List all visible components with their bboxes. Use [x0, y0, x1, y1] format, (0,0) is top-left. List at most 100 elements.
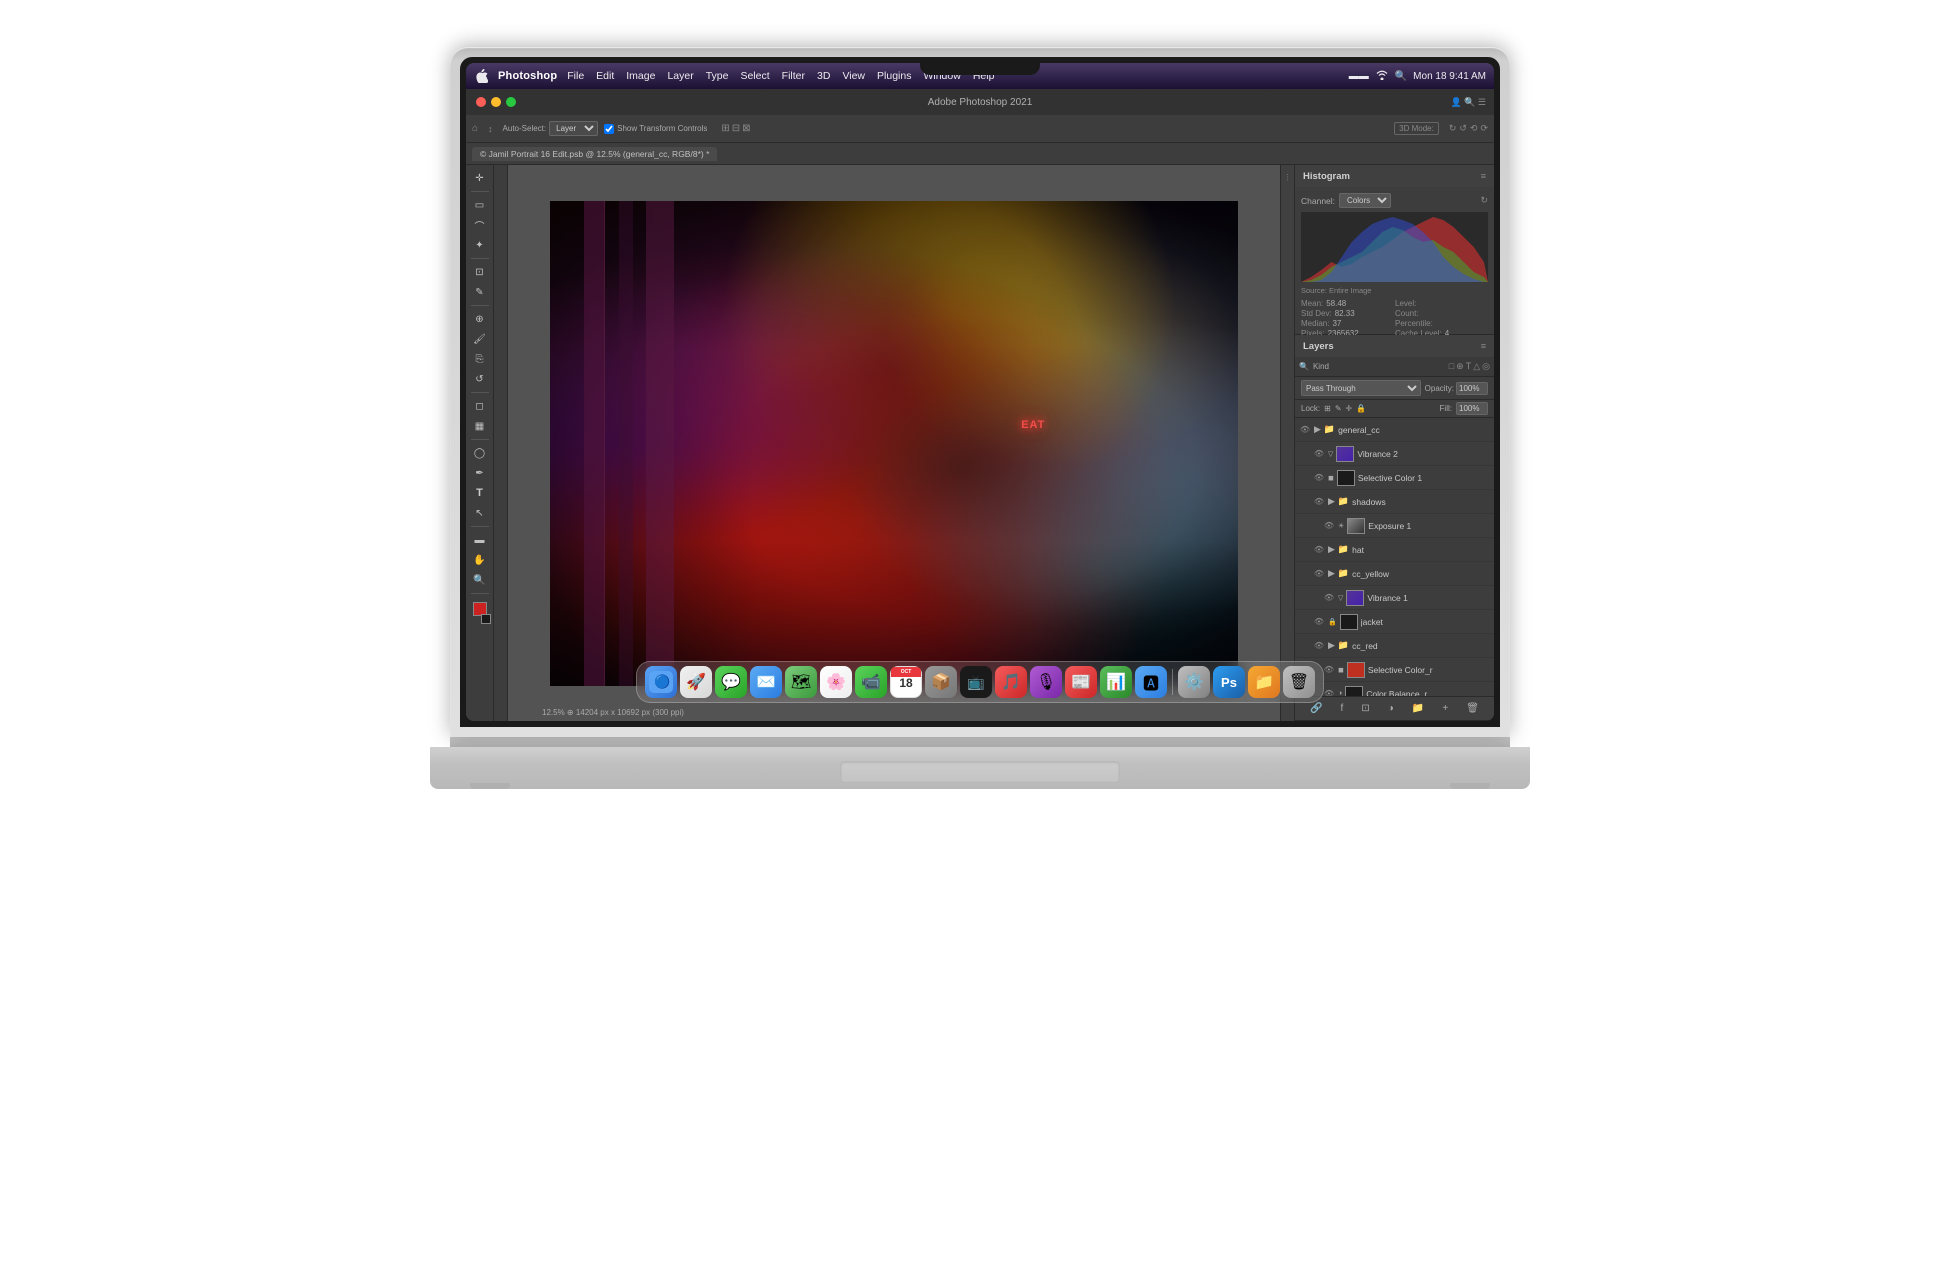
layers-smartobj-filter[interactable]: ◎: [1482, 361, 1490, 372]
menu-select[interactable]: Select: [740, 70, 769, 82]
menu-image[interactable]: Image: [626, 70, 655, 82]
layer-selcolor1[interactable]: 👁 ◼ Selective Color 1: [1295, 466, 1494, 490]
ps-3d-mode[interactable]: 3D Mode:: [1394, 122, 1439, 135]
dock-folder[interactable]: 📁: [1248, 666, 1280, 698]
hand-tool[interactable]: ✋: [470, 551, 490, 569]
fg-bg-colors[interactable]: [469, 602, 491, 624]
dodge-tool[interactable]: ◯: [470, 444, 490, 462]
lock-image-icon[interactable]: ✎: [1335, 404, 1342, 413]
magic-wand-tool[interactable]: ✦: [470, 236, 490, 254]
zoom-tool[interactable]: 🔍: [470, 571, 490, 589]
folder-arrow-ccyellow[interactable]: ▶: [1328, 568, 1335, 579]
ps-layer-select[interactable]: Layer Group: [549, 121, 598, 136]
align-right-icon[interactable]: ⊠: [742, 123, 750, 134]
layer-eye-hat[interactable]: 👁: [1313, 544, 1325, 556]
layer-vibrance2[interactable]: 👁 ▽ Vibrance 2: [1295, 442, 1494, 466]
folder-arrow-shadows[interactable]: ▶: [1328, 496, 1335, 507]
histogram-expand-icon[interactable]: ≡: [1481, 171, 1486, 181]
layer-eye-colorbalancer[interactable]: 👁: [1323, 688, 1335, 697]
ps-document-tab[interactable]: © Jamil Portrait 16 Edit.psb @ 12.5% (ge…: [472, 147, 717, 161]
layer-colorbalancer[interactable]: 👁 ◑ Color Balance_r: [1295, 682, 1494, 696]
layers-panel-header[interactable]: Layers ≡: [1295, 335, 1494, 357]
gradient-tool[interactable]: ▦: [470, 417, 490, 435]
dock-music[interactable]: 🎵: [995, 666, 1027, 698]
menu-layer[interactable]: Layer: [667, 70, 693, 82]
show-transform-input[interactable]: [604, 124, 614, 134]
dock-podcasts[interactable]: 🎙: [1030, 666, 1062, 698]
layers-group-btn[interactable]: 📁: [1412, 703, 1424, 714]
menu-edit[interactable]: Edit: [596, 70, 614, 82]
layer-eye-vibrance2[interactable]: 👁: [1313, 448, 1325, 460]
menu-filter[interactable]: Filter: [782, 70, 805, 82]
pen-tool[interactable]: ✒: [470, 464, 490, 482]
dock-calendar[interactable]: OCT 18: [890, 666, 922, 698]
layer-eye-selcolor1[interactable]: 👁: [1313, 472, 1325, 484]
layer-eye-selcolorr[interactable]: 👁: [1323, 664, 1335, 676]
clone-stamp-tool[interactable]: ⎘: [470, 350, 490, 368]
layer-eye-ccred[interactable]: 👁: [1313, 640, 1325, 652]
dock-photoshop[interactable]: Ps: [1213, 666, 1245, 698]
menu-file[interactable]: File: [567, 70, 584, 82]
fill-input[interactable]: [1456, 402, 1488, 415]
ps-toolbar-arrow[interactable]: ↕: [488, 124, 493, 134]
brush-tool[interactable]: 🖌: [470, 330, 490, 348]
ps-canvas[interactable]: EAT 12.5% ⊕ 14204 px x 10692 px (300 ppi…: [508, 165, 1280, 721]
layer-eye-exposure1[interactable]: 👁: [1323, 520, 1335, 532]
histogram-channel-select[interactable]: Colors RGB Red Green Blue: [1339, 193, 1391, 208]
align-left-icon[interactable]: ⊞: [721, 123, 729, 134]
layer-eye-shadows[interactable]: 👁: [1313, 496, 1325, 508]
apple-logo-icon[interactable]: [474, 69, 488, 83]
folder-arrow-hat[interactable]: ▶: [1328, 544, 1335, 555]
layer-ccred[interactable]: 👁 ▶ 📁 cc_red: [1295, 634, 1494, 658]
eraser-tool[interactable]: ◻: [470, 397, 490, 415]
minimize-button[interactable]: [491, 97, 501, 107]
layer-selcolorr[interactable]: 👁 ◼ Selective Color_r: [1295, 658, 1494, 682]
menu-view[interactable]: View: [842, 70, 865, 82]
layer-general-cc[interactable]: 👁 ▶ 📁 general_cc: [1295, 418, 1494, 442]
layers-adjust-filter[interactable]: ⊕: [1456, 361, 1464, 372]
layers-type-filter[interactable]: T: [1466, 361, 1472, 372]
layers-blend-select[interactable]: Pass Through Normal Multiply Screen Over…: [1301, 380, 1421, 396]
layers-new-btn[interactable]: +: [1442, 703, 1448, 714]
layer-eye-vibrance1[interactable]: 👁: [1323, 592, 1335, 604]
layers-expand-icon[interactable]: ≡: [1481, 341, 1486, 351]
layer-eye-jacket[interactable]: 👁: [1313, 616, 1325, 628]
layer-exposure1[interactable]: 👁 ☀ Exposure 1: [1295, 514, 1494, 538]
dock-appstore[interactable]: 🅰: [1135, 666, 1167, 698]
menu-3d[interactable]: 3D: [817, 70, 830, 82]
dock-messages[interactable]: 💬: [715, 666, 747, 698]
menu-plugins[interactable]: Plugins: [877, 70, 911, 82]
ps-home-icon[interactable]: ⌂: [472, 123, 478, 134]
dock-appletv[interactable]: 📺: [960, 666, 992, 698]
layers-style-btn[interactable]: f: [1341, 703, 1344, 714]
dock-launchpad[interactable]: 🚀: [680, 666, 712, 698]
layer-shadows[interactable]: 👁 ▶ 📁 shadows: [1295, 490, 1494, 514]
eyedropper-tool[interactable]: ✎: [470, 283, 490, 301]
wifi-icon[interactable]: [1375, 69, 1389, 83]
layer-eye-general-cc[interactable]: 👁: [1299, 424, 1311, 436]
dock-news[interactable]: 📰: [1065, 666, 1097, 698]
menu-app-name[interactable]: Photoshop: [498, 70, 557, 82]
layers-mask-btn[interactable]: ⊡: [1361, 703, 1369, 714]
histogram-panel-header[interactable]: Histogram ≡: [1295, 165, 1494, 187]
dock-mail[interactable]: ✉️: [750, 666, 782, 698]
search-menubar-icon[interactable]: 🔍: [1395, 71, 1407, 82]
menu-type[interactable]: Type: [706, 70, 729, 82]
opacity-input[interactable]: [1456, 382, 1488, 395]
folder-arrow-general[interactable]: ▶: [1314, 424, 1321, 435]
dock-photos[interactable]: 🌸: [820, 666, 852, 698]
layer-hat[interactable]: 👁 ▶ 📁 hat: [1295, 538, 1494, 562]
rectangle-tool[interactable]: ▬: [470, 531, 490, 549]
layers-link-btn[interactable]: 🔗: [1310, 703, 1322, 714]
layers-delete-btn[interactable]: 🗑: [1466, 703, 1479, 714]
layer-vibrance1[interactable]: 👁 ▽ Vibrance 1: [1295, 586, 1494, 610]
layer-jacket[interactable]: 👁 🔒 jacket: [1295, 610, 1494, 634]
dock-app9[interactable]: 📦: [925, 666, 957, 698]
background-color[interactable]: [481, 614, 491, 624]
move-tool[interactable]: ✛: [470, 169, 490, 187]
path-select-tool[interactable]: ↖: [470, 504, 490, 522]
marquee-tool[interactable]: ▭: [470, 196, 490, 214]
type-tool[interactable]: T: [470, 484, 490, 502]
layer-ccyellow[interactable]: 👁 ▶ 📁 cc_yellow: [1295, 562, 1494, 586]
align-center-icon[interactable]: ⊟: [732, 123, 740, 134]
